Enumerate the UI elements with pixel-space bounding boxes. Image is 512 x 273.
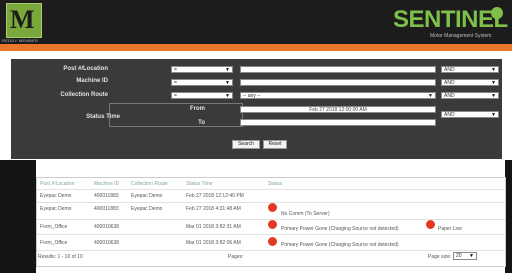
and-select-3-value: AND bbox=[444, 93, 455, 99]
machine-id-label: Machine ID bbox=[76, 78, 108, 84]
and-select-1[interactable]: AND ▼ bbox=[441, 66, 499, 73]
status-alert-icon bbox=[268, 237, 277, 246]
collection-route-select[interactable]: -- any -- ▼ bbox=[240, 92, 436, 99]
status-alert-icon bbox=[268, 203, 277, 212]
chevron-down-icon: ▼ bbox=[491, 67, 496, 73]
from-date-input[interactable]: Feb 27 2018 12:00:00 AM bbox=[240, 106, 436, 113]
chevron-down-icon: ▼ bbox=[225, 93, 230, 99]
row-divider bbox=[37, 250, 505, 251]
machine-id-input[interactable] bbox=[240, 79, 436, 86]
row3-location: Form_Office bbox=[40, 224, 68, 230]
row1-time: Feb 27 2018 12:12:40 PM bbox=[186, 193, 244, 199]
post-location-input[interactable] bbox=[240, 66, 436, 73]
member-logo: M bbox=[6, 3, 42, 38]
row2-time: Feb 27 2018 4:31:48 AM bbox=[186, 206, 241, 212]
results-count: Results: 1 - 10 of 10 bbox=[38, 254, 83, 260]
brand-subtitle: Motor Management System bbox=[430, 33, 492, 39]
row-divider bbox=[37, 234, 505, 235]
row2-status: No Comm (To Server) bbox=[281, 211, 330, 217]
and-select-4[interactable]: AND ▼ bbox=[441, 111, 499, 118]
from-label: From bbox=[190, 106, 205, 112]
pages-label: Pages: bbox=[228, 254, 244, 260]
search-button[interactable]: Search bbox=[232, 140, 260, 149]
column-header-machine-id[interactable]: Machine ID bbox=[94, 181, 119, 187]
logo-caption: REDDY MEMBER bbox=[2, 38, 39, 43]
collection-route-operator-value: = bbox=[174, 93, 177, 99]
row4-status: Primary Power Gone (Charging Source not … bbox=[281, 242, 399, 248]
logo-m-glyph: M bbox=[10, 5, 35, 34]
post-location-label: Post #/Location bbox=[63, 66, 108, 72]
row1-machine: 400011883 bbox=[94, 193, 119, 199]
collection-route-value: -- any -- bbox=[243, 93, 261, 99]
chevron-down-icon: ▼ bbox=[225, 67, 230, 73]
brand-mark-icon bbox=[491, 7, 503, 19]
to-label: To bbox=[198, 120, 205, 126]
post-location-operator-value: = bbox=[174, 67, 177, 73]
chevron-down-icon: ▼ bbox=[428, 93, 433, 99]
machine-id-operator-value: = bbox=[174, 80, 177, 86]
chevron-down-icon: ▼ bbox=[491, 80, 496, 86]
and-select-2[interactable]: AND ▼ bbox=[441, 79, 499, 86]
row1-route: Eyepac Demo bbox=[131, 193, 163, 199]
left-margin bbox=[0, 160, 36, 273]
machine-id-operator-select[interactable]: = ▼ bbox=[171, 79, 233, 86]
row4-machine: 400010638 bbox=[94, 240, 120, 246]
app-header: M REDDY MEMBER SENTINEL Motor Management… bbox=[0, 0, 512, 44]
collection-route-operator-select[interactable]: = ▼ bbox=[171, 92, 233, 99]
accent-bar bbox=[0, 44, 512, 51]
status-alert-icon bbox=[426, 220, 435, 229]
column-header-route[interactable]: Collection Route bbox=[131, 181, 168, 187]
chevron-down-icon: ▼ bbox=[491, 93, 496, 99]
row3-status: Primary Power Gone (Charging Source not … bbox=[281, 226, 399, 232]
chevron-down-icon: ▼ bbox=[469, 253, 474, 259]
to-date-input[interactable] bbox=[240, 119, 436, 126]
reset-button[interactable]: Reset bbox=[263, 140, 287, 149]
row3-machine: 400010638 bbox=[94, 224, 120, 230]
page-size-label: Page size: bbox=[428, 254, 452, 260]
and-select-1-value: AND bbox=[444, 67, 455, 73]
post-location-operator-select[interactable]: = ▼ bbox=[171, 66, 233, 73]
and-select-4-value: AND bbox=[444, 112, 455, 118]
header-divider bbox=[37, 189, 505, 190]
row2-machine: 400011883 bbox=[94, 206, 119, 212]
row2-route: Eyepac Demo bbox=[131, 206, 163, 212]
row2-location: Eyepac Demo bbox=[40, 206, 72, 212]
chevron-down-icon: ▼ bbox=[491, 112, 496, 118]
page-size-select[interactable]: 20 ▼ bbox=[453, 252, 477, 260]
row4-time: Mar 01 2018 3:82:06 AM bbox=[186, 240, 241, 246]
row3-status2: Paper Low bbox=[438, 226, 462, 232]
row3-time: Mar 01 2018 3:82:31 AM bbox=[186, 224, 241, 230]
and-select-3[interactable]: AND ▼ bbox=[441, 92, 499, 99]
column-header-status-time[interactable]: Status Time bbox=[186, 181, 212, 187]
row1-location: Eyepac Demo bbox=[40, 193, 72, 199]
column-header-location[interactable]: Post #/Location bbox=[40, 181, 74, 187]
and-select-2-value: AND bbox=[444, 80, 455, 86]
right-margin bbox=[505, 160, 512, 273]
collection-route-label: Collection Route bbox=[60, 92, 108, 98]
page-size-value: 20 bbox=[456, 253, 462, 259]
column-header-status[interactable]: Status bbox=[268, 181, 282, 187]
chevron-down-icon: ▼ bbox=[225, 80, 230, 86]
row4-location: Form_Office bbox=[40, 240, 68, 246]
status-alert-icon bbox=[268, 220, 277, 229]
status-time-label: Status Time bbox=[86, 114, 120, 120]
